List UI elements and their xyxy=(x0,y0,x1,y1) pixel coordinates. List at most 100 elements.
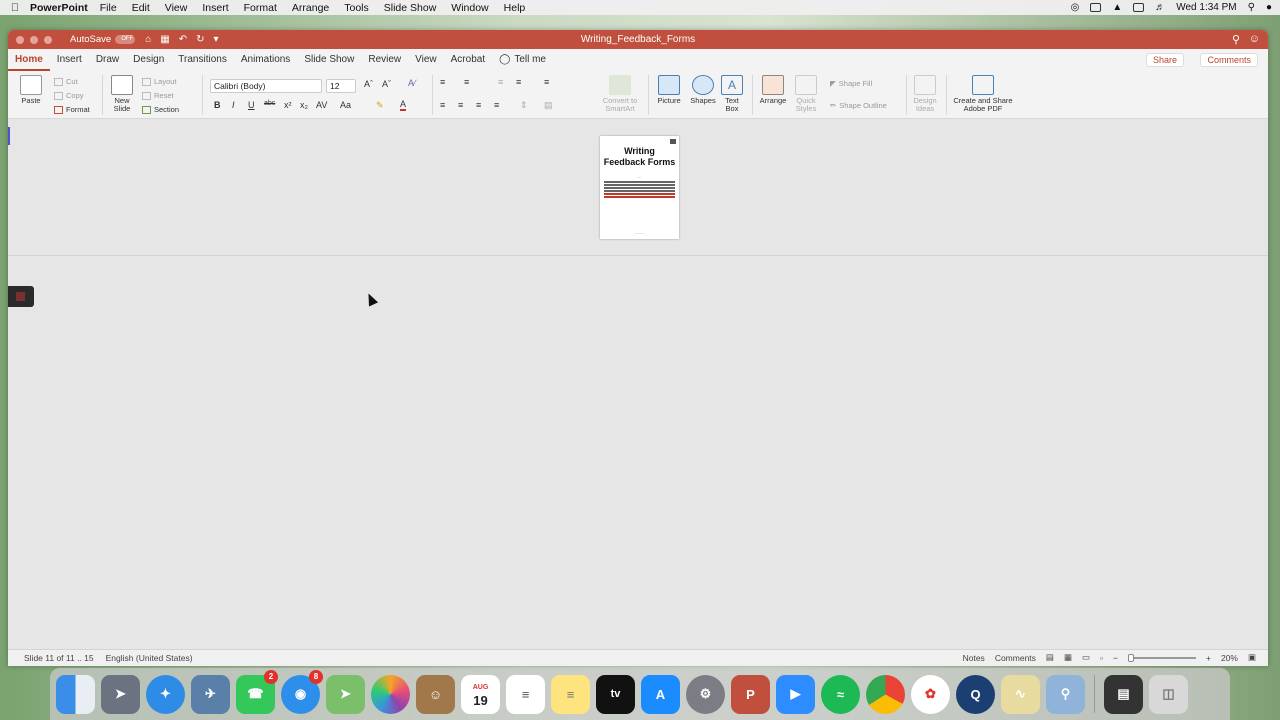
zoom-level[interactable]: 20% xyxy=(1221,653,1238,663)
zoom-window-button[interactable] xyxy=(44,35,52,44)
menu-insert[interactable]: Insert xyxy=(202,2,228,14)
text-direction-icon[interactable]: ⇕ xyxy=(520,100,528,111)
clock[interactable]: Wed 1:34 PM xyxy=(1176,2,1236,13)
reset-button[interactable]: Reset xyxy=(142,91,174,100)
app-menu[interactable]: PowerPoint xyxy=(30,2,88,14)
calendar-icon[interactable]: AUG 19 xyxy=(461,674,500,714)
messages-icon[interactable]: ☎ 2 xyxy=(236,669,278,714)
new-slide-button[interactable]: New Slide xyxy=(108,75,136,113)
notes-button[interactable]: Notes xyxy=(963,653,985,663)
align-center-icon[interactable]: ≡ xyxy=(458,100,463,110)
strikethrough-button[interactable]: abc xyxy=(264,100,275,107)
zoom-in-icon[interactable]: + xyxy=(1206,653,1211,663)
line-spacing-icon[interactable]: ≡ xyxy=(544,77,549,87)
menu-window[interactable]: Window xyxy=(451,2,488,14)
volume-icon[interactable]: ♬ xyxy=(1155,2,1165,13)
shape-outline-button[interactable]: ✏ Shape Outline xyxy=(830,101,887,110)
chrome-icon[interactable] xyxy=(866,674,905,714)
justify-icon[interactable]: ≡ xyxy=(494,100,499,110)
tab-acrobat[interactable]: Acrobat xyxy=(444,49,492,71)
undo-icon[interactable]: ↶ xyxy=(179,34,187,45)
paste-button[interactable]: Paste xyxy=(18,75,44,105)
layout-button[interactable]: Layout xyxy=(142,77,177,86)
save-icon[interactable]: ▦ xyxy=(160,34,169,45)
underline-button[interactable]: U xyxy=(248,100,255,110)
highlight-icon[interactable]: ✎ xyxy=(376,100,384,111)
preview-icon[interactable]: ⚲ xyxy=(1046,674,1085,714)
bold-button[interactable]: B xyxy=(214,100,221,110)
convert-smartart-button[interactable]: Convert to SmartArt xyxy=(596,75,644,113)
finder-icon[interactable] xyxy=(56,674,95,714)
apple-icon[interactable]:  xyxy=(0,2,30,14)
font-name-select[interactable]: Calibri (Body) xyxy=(210,79,322,93)
spotify-icon[interactable]: ≈ xyxy=(821,674,860,714)
increase-indent-icon[interactable]: ≡ xyxy=(516,77,521,87)
normal-view-icon[interactable]: ▤ xyxy=(1046,652,1054,663)
app-store-icon[interactable]: A xyxy=(641,674,680,714)
reminders-icon[interactable]: ≡ xyxy=(506,674,545,714)
text-box-button[interactable]: A Text Box xyxy=(720,75,744,113)
user-icon[interactable]: ☺ xyxy=(1249,33,1260,45)
zoom-out-icon[interactable]: − xyxy=(1113,653,1118,663)
create-share-adobe-pdf-button[interactable]: Create and Share Adobe PDF xyxy=(952,75,1014,113)
side-panel-handle[interactable] xyxy=(8,286,34,307)
tab-design[interactable]: Design xyxy=(126,49,171,71)
zoom-slider[interactable] xyxy=(1127,653,1196,662)
search-icon[interactable]: ⚲ xyxy=(1232,33,1240,46)
picture-button[interactable]: Picture xyxy=(654,75,684,105)
document-stack-icon[interactable]: ▤ xyxy=(1104,674,1143,714)
customize-toolbar-icon[interactable]: ▾ xyxy=(213,34,218,45)
decrease-font-icon[interactable]: Aˇ xyxy=(382,79,391,89)
shape-fill-button[interactable]: ◤ Shape Fill xyxy=(830,79,872,88)
tab-home[interactable]: Home xyxy=(8,49,50,71)
language-indicator[interactable]: English (United States) xyxy=(106,653,193,663)
tab-draw[interactable]: Draw xyxy=(89,49,126,71)
cut-button[interactable]: Cut xyxy=(54,77,78,86)
font-size-select[interactable]: 12 xyxy=(326,79,356,93)
change-case-icon[interactable]: Aa xyxy=(340,100,351,110)
comments-button[interactable]: Comments xyxy=(1200,53,1258,67)
notes-app-icon[interactable]: ≡ xyxy=(551,674,590,714)
share-button[interactable]: Share xyxy=(1145,53,1184,67)
clear-format-icon[interactable]: A∕ xyxy=(408,78,416,88)
quick-styles-button[interactable]: Quick Styles xyxy=(792,75,820,113)
decrease-indent-icon[interactable]: ≡ xyxy=(498,77,503,87)
zoom-app-icon[interactable]: ▶ xyxy=(776,674,815,714)
tab-animations[interactable]: Animations xyxy=(234,49,297,71)
slide-thumbnail[interactable]: Writing Feedback Forms — ——— xyxy=(600,136,679,239)
reading-view-icon[interactable]: ▭ xyxy=(1082,652,1090,663)
tell-me[interactable]: ◯ Tell me xyxy=(492,49,553,71)
bullets-icon[interactable]: ≡ xyxy=(440,77,445,87)
menu-help[interactable]: Help xyxy=(504,2,526,14)
chat-icon[interactable]: ◉ 8 xyxy=(281,669,323,714)
tab-view[interactable]: View xyxy=(408,49,444,71)
tab-review[interactable]: Review xyxy=(361,49,408,71)
trash-icon[interactable]: ◫ xyxy=(1149,674,1188,714)
section-button[interactable]: Section xyxy=(142,105,179,114)
battery-icon[interactable] xyxy=(1133,3,1145,12)
status-comments-button[interactable]: Comments xyxy=(995,653,1036,663)
shapes-button[interactable]: Shapes xyxy=(688,75,718,105)
superscript-icon[interactable]: x² xyxy=(284,100,292,110)
maps-icon[interactable]: ➤ xyxy=(326,674,365,714)
apple-tv-icon[interactable]: tv xyxy=(596,674,635,714)
italic-button[interactable]: I xyxy=(232,100,235,110)
menu-tools[interactable]: Tools xyxy=(344,2,369,14)
align-left-icon[interactable]: ≡ xyxy=(440,100,445,110)
slide-sorter-icon[interactable]: ▦ xyxy=(1064,652,1072,663)
redo-icon[interactable]: ↻ xyxy=(196,34,204,45)
tab-insert[interactable]: Insert xyxy=(50,49,89,71)
format-painter-button[interactable]: Format xyxy=(54,105,90,114)
safari-icon[interactable]: ✦ xyxy=(146,674,185,714)
grapher-icon[interactable]: ∿ xyxy=(1001,674,1040,714)
columns-icon[interactable]: ▤ xyxy=(544,100,553,111)
copy-button[interactable]: Copy xyxy=(54,91,84,100)
menu-arrange[interactable]: Arrange xyxy=(292,2,329,14)
powerpoint-icon[interactable]: P xyxy=(731,674,770,714)
menu-file[interactable]: File xyxy=(100,2,117,14)
photos-icon[interactable] xyxy=(371,674,410,714)
menu-view[interactable]: View xyxy=(165,2,188,14)
arrange-button[interactable]: Arrange xyxy=(758,75,788,105)
lasso-app-icon[interactable]: ✿ xyxy=(911,674,950,714)
cast-icon[interactable] xyxy=(1090,3,1102,12)
